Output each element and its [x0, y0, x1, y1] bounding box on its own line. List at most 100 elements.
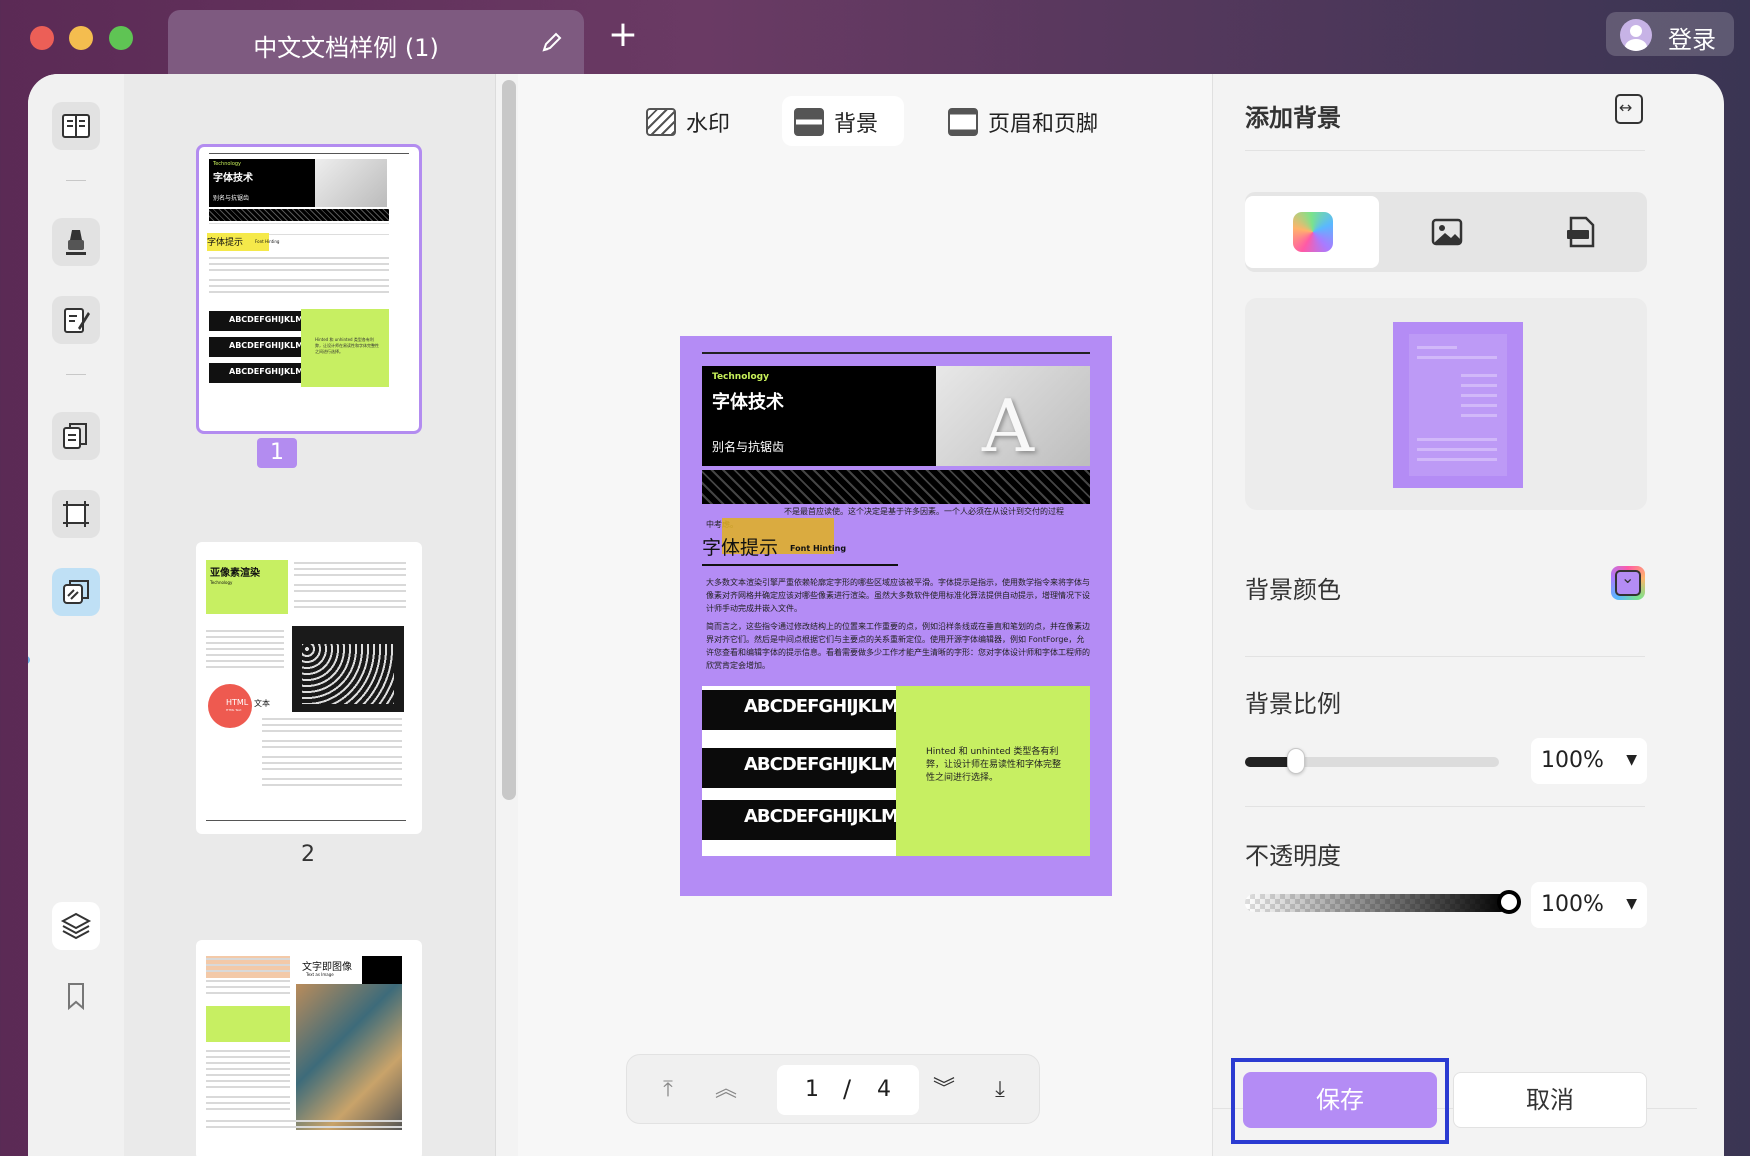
login-button[interactable]: 登录	[1606, 12, 1734, 56]
reader-icon	[62, 114, 90, 138]
preview-font-strip-photo: ABCDEFGHIJKLMNO ABCDEFGHIJKLMNO ABCDEFGH…	[702, 686, 896, 856]
thumb2-circle-suffix: 文本	[254, 699, 270, 708]
page-number-1[interactable]: 1	[257, 438, 297, 468]
highlighter-icon	[66, 230, 86, 255]
prev-page-button[interactable]: ︽	[711, 1075, 741, 1105]
document-tab[interactable]: 中文文档样例 (1)	[168, 10, 584, 74]
page-thumbnail-3[interactable]: 文字即图像 Text as Image	[196, 940, 422, 1156]
opacity-slider[interactable]	[1245, 894, 1509, 912]
bg-scale-value: 100%	[1541, 748, 1604, 773]
preview-strip-text: ABCDEFGHIJKLMNO	[744, 806, 896, 827]
header-footer-icon	[948, 108, 978, 136]
panel-title: 添加背景	[1245, 104, 1341, 132]
opacity-value: 100%	[1541, 892, 1604, 917]
expand-panel-icon[interactable]	[1615, 94, 1643, 124]
edit-tool-button[interactable]	[52, 296, 100, 344]
layers-button[interactable]	[52, 902, 100, 950]
chevron-down-icon: ▼	[1626, 752, 1637, 768]
bg-scale-dropdown[interactable]: 100% ▼	[1531, 738, 1647, 784]
save-button[interactable]: 保存	[1243, 1072, 1437, 1128]
last-page-button[interactable]: ⤓	[985, 1075, 1015, 1105]
thumbnail-scrollbar[interactable]	[502, 80, 516, 800]
organize-pages-button[interactable]	[52, 412, 100, 460]
next-page-button[interactable]: ︾	[929, 1075, 959, 1105]
thumb3-title: 文字即图像	[302, 962, 352, 973]
preview-header-block: Technology 字体技术 别名与抗锯齿	[702, 366, 936, 466]
tab-header-footer[interactable]: 页眉和页脚	[936, 96, 1116, 146]
preview-letter-image: A	[936, 366, 1090, 466]
preview-tech-label: Technology	[712, 372, 769, 382]
color-type-button[interactable]	[1245, 196, 1379, 268]
active-indicator	[28, 656, 30, 664]
toolbar-divider	[66, 374, 86, 375]
color-swatch-icon	[1293, 212, 1333, 252]
thumb2-circle-label: HTML	[226, 698, 249, 707]
bg-color-label: 背景颜色	[1245, 576, 1341, 604]
thumb3-green-block	[206, 1006, 290, 1042]
pdf-file-icon	[1567, 216, 1595, 248]
preview-hatch-band	[702, 470, 1090, 504]
thumb-heading: 字体提示	[207, 238, 244, 248]
close-window-button[interactable]	[30, 26, 54, 50]
minimize-window-button[interactable]	[69, 26, 93, 50]
bg-scale-slider[interactable]	[1245, 748, 1499, 774]
preview-strip-text: ABCDEFGHIJKLMNO	[744, 696, 896, 717]
chevron-down-icon: ▼	[1626, 896, 1637, 912]
thumb2-green-block: 亚像素渲染 Technology	[206, 560, 288, 614]
thumb2-pixel-image	[292, 626, 404, 712]
zoom-window-button[interactable]	[109, 26, 133, 50]
pdf-type-button[interactable]	[1513, 196, 1647, 268]
thumb-green-block: Hinted 和 unhinted 类型各有利弊，让设计师在易读性和字体完整性之…	[301, 309, 389, 387]
preview-heading-small: Font Hinting	[790, 544, 847, 553]
thumb3-sub: Text as Image	[306, 972, 334, 977]
toolbar-divider	[66, 180, 86, 181]
left-toolbar	[28, 74, 124, 1156]
thumb2-tech: Technology	[210, 580, 233, 585]
page-tools-button[interactable]	[52, 568, 100, 616]
reader-mode-button[interactable]	[52, 102, 100, 150]
preview-paragraph-2: 简而言之，这些指令通过修改结构上的位置来工作重要的点，例如沿样条线或在垂直和笔划…	[706, 622, 1090, 670]
bg-color-picker[interactable]	[1611, 566, 1645, 600]
opacity-label: 不透明度	[1245, 842, 1341, 870]
thumb-letter-image	[315, 159, 387, 207]
document-canvas: 水印 背景 页眉和页脚 Technology 字体技术 别名与抗锯齿 A 不是最…	[518, 74, 1240, 1156]
thumb-hatch-band	[209, 209, 389, 221]
tab-watermark[interactable]: 水印	[634, 96, 748, 146]
page-preview[interactable]: Technology 字体技术 别名与抗锯齿 A 不是最首应读使。这个决定是基于…	[680, 336, 1112, 896]
save-button-focus-ring: 保存	[1231, 1058, 1449, 1144]
preview-green-block: Hinted 和 unhinted 类型各有利弊，让设计师在易读性和字体完整性之…	[896, 686, 1090, 856]
comment-tool-button[interactable]	[52, 218, 100, 266]
pages-icon	[63, 423, 87, 449]
pagination-bar: ⤒ ︽ 1 / 4 ︾ ⤓	[626, 1054, 1040, 1124]
panel-divider	[1245, 806, 1645, 807]
page-number-2[interactable]: 2	[288, 842, 328, 867]
crop-icon	[63, 501, 89, 527]
preview-strip-text: ABCDEFGHIJKLMNO	[744, 754, 896, 775]
page-indicator[interactable]: 1 / 4	[777, 1065, 919, 1115]
edit-icon	[64, 308, 90, 333]
thumb-header-block: Technology 字体技术 别名与抗锯齿	[209, 159, 315, 207]
page-thumbnail-2[interactable]: 亚像素渲染 Technology HTML HTML Text 文本	[196, 542, 422, 834]
bg-scale-slider-handle[interactable]	[1287, 748, 1305, 774]
page-thumbnail-1[interactable]: Technology 字体技术 别名与抗锯齿 字体提示 Font Hinting…	[196, 144, 422, 434]
bookmark-button[interactable]	[52, 972, 100, 1020]
tab-background[interactable]: 背景	[782, 96, 904, 146]
preview-image-block: ABCDEFGHIJKLMNO ABCDEFGHIJKLMNO ABCDEFGH…	[702, 686, 1090, 856]
preview-subtitle: 别名与抗锯齿	[712, 440, 785, 454]
crop-tool-button[interactable]	[52, 490, 100, 538]
thumb-font-strip-photo: ABCDEFGHIJKLMNO ABCDEFGHIJKLMNO ABCDEFGH…	[209, 309, 317, 387]
layers-icon	[60, 912, 92, 940]
preview-heading: 字体提示	[702, 537, 779, 559]
opacity-dropdown[interactable]: 100% ▼	[1531, 882, 1647, 928]
pencil-icon[interactable]	[540, 30, 564, 54]
bg-scale-label: 背景比例	[1245, 690, 1341, 718]
tab-title: 中文文档样例 (1)	[253, 34, 439, 62]
watermark-tool-icon	[63, 580, 89, 604]
first-page-button[interactable]: ⤒	[653, 1075, 683, 1105]
cancel-button[interactable]: 取消	[1453, 1072, 1647, 1128]
thumb-subtitle: 别名与抗锯齿	[213, 195, 250, 202]
opacity-slider-handle[interactable]	[1497, 890, 1521, 914]
plus-icon[interactable]: +	[606, 17, 640, 54]
preview-top-rule	[702, 352, 1090, 354]
image-type-button[interactable]	[1379, 196, 1513, 268]
